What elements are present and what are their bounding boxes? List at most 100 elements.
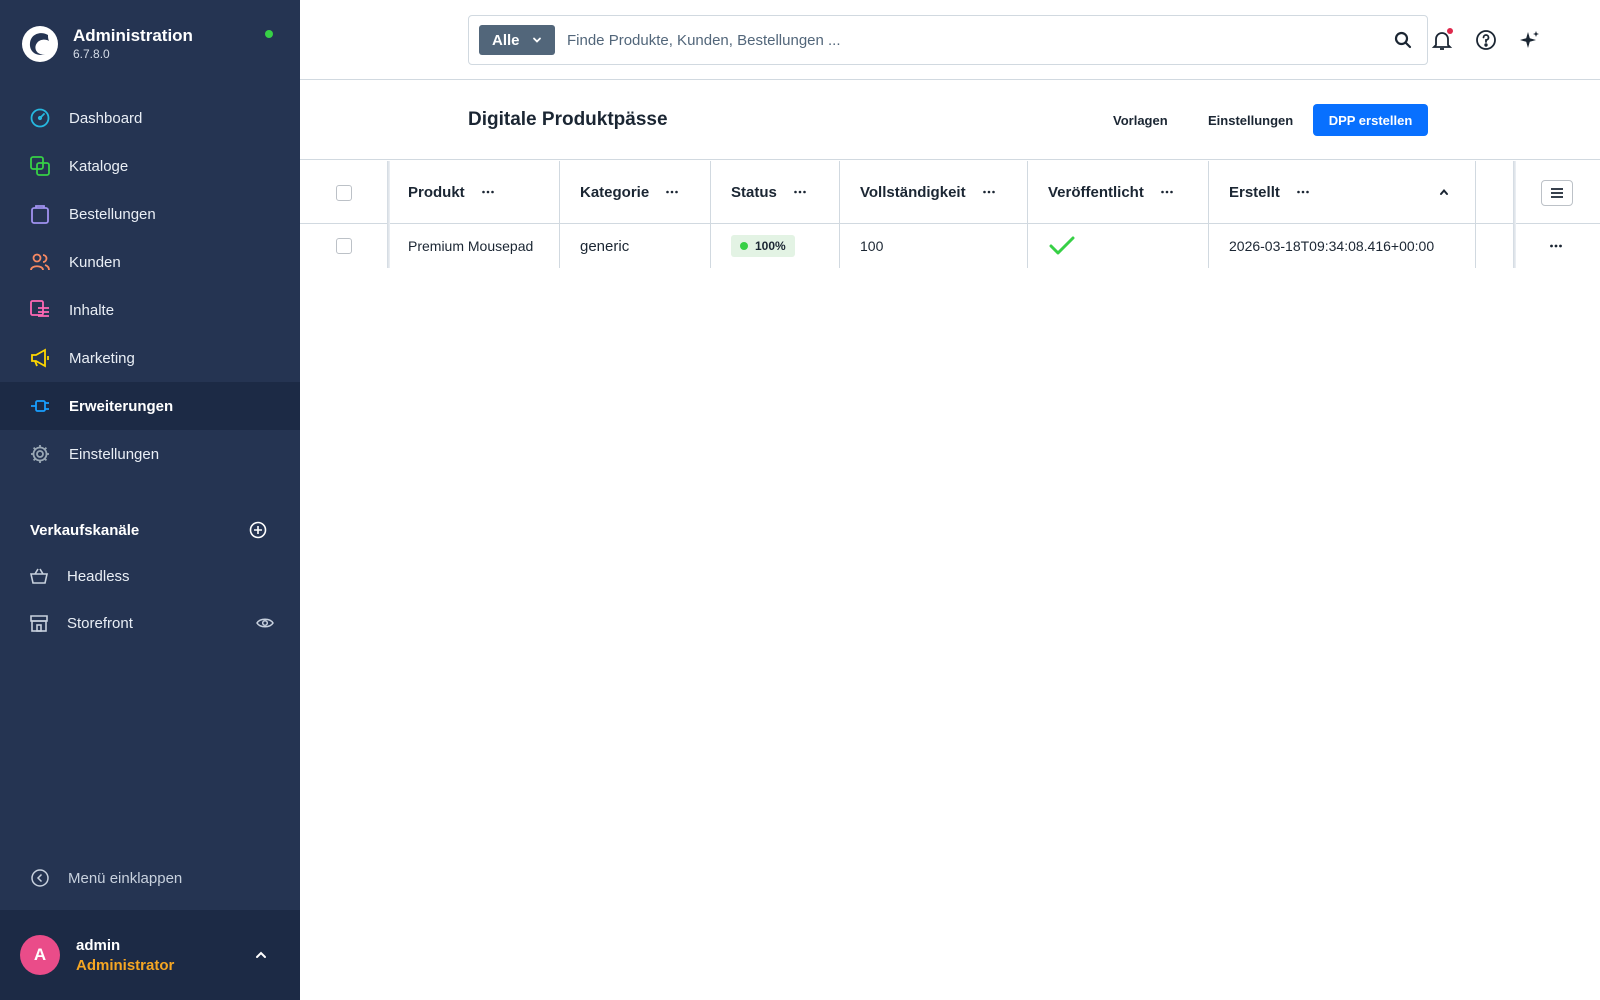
sidebar-item-label: Bestellungen	[69, 205, 156, 223]
column-header-status[interactable]: Status	[711, 161, 807, 223]
search-type-label: Alle	[492, 31, 520, 49]
category-value: generic	[580, 237, 630, 255]
channel-item-storefront[interactable]: Storefront	[29, 608, 274, 638]
app-title: Administration	[73, 26, 193, 45]
column-label: Erstellt	[1229, 183, 1280, 201]
collapse-menu-button[interactable]: Menü einklappen	[30, 866, 182, 890]
column-divider	[710, 161, 711, 268]
row-actions-button[interactable]	[1541, 237, 1571, 255]
column-divider	[559, 161, 560, 268]
sidebar: Administration 6.7.8.0 Dashboard Katalog…	[0, 0, 300, 1000]
sidebar-item-bestellungen[interactable]: Bestellungen	[0, 190, 300, 238]
user-name: admin	[76, 937, 121, 954]
help-circle-icon	[1476, 30, 1496, 50]
sparkles-icon	[1520, 31, 1539, 48]
product-name-link[interactable]: Premium Mousepad	[408, 238, 533, 254]
more-horizontal-icon[interactable]	[665, 185, 679, 199]
main-navigation: Dashboard Kataloge Bestellungen Kunden I…	[0, 94, 300, 478]
column-divider	[387, 161, 390, 268]
select-all-checkbox[interactable]	[336, 185, 352, 201]
column-divider	[1475, 161, 1476, 268]
column-header-veroeffentlicht[interactable]: Veröffentlicht	[1028, 161, 1174, 223]
sidebar-item-marketing[interactable]: Marketing	[0, 334, 300, 382]
chevron-down-icon	[533, 37, 541, 43]
column-divider	[1513, 161, 1516, 268]
more-horizontal-icon[interactable]	[793, 185, 807, 199]
notifications-button[interactable]	[1430, 28, 1454, 52]
column-divider	[1208, 161, 1209, 268]
ai-assistant-button[interactable]	[1518, 28, 1542, 52]
created-date-value: 2026-03-18T09:34:08.416+00:00	[1229, 238, 1435, 254]
channel-label: Storefront	[67, 614, 133, 632]
sort-ascending-icon[interactable]	[1438, 186, 1450, 198]
column-header-vollstaendigkeit[interactable]: Vollständigkeit	[840, 161, 996, 223]
brand[interactable]: Administration 6.7.8.0	[22, 24, 282, 64]
sidebar-item-erweiterungen[interactable]: Erweiterungen	[0, 382, 300, 430]
row-select-checkbox[interactable]	[336, 238, 352, 254]
column-label: Kategorie	[580, 183, 650, 201]
sidebar-item-label: Inhalte	[69, 301, 115, 319]
channel-label: Headless	[67, 567, 130, 585]
add-circle-icon[interactable]	[248, 520, 268, 540]
column-label: Produkt	[408, 183, 465, 201]
sidebar-item-kunden[interactable]: Kunden	[0, 238, 300, 286]
notification-badge	[1447, 28, 1453, 34]
status-dot-icon	[740, 242, 748, 250]
top-bar: Alle	[300, 0, 1600, 80]
page-title: Digitale Produktpässe	[468, 109, 668, 130]
column-label: Veröffentlicht	[1048, 183, 1144, 201]
sidebar-item-dashboard[interactable]: Dashboard	[0, 94, 300, 142]
page-header: Digitale Produktpässe Vorlagen Einstellu…	[300, 80, 1600, 160]
column-divider	[839, 161, 840, 268]
cell-status: 100%	[711, 224, 795, 268]
content-icon	[29, 299, 51, 321]
channel-item-headless[interactable]: Headless	[29, 561, 274, 591]
collapse-menu-label: Menü einklappen	[68, 869, 183, 887]
settings-button[interactable]: Einstellungen	[1208, 104, 1293, 136]
column-header-erstellt[interactable]: Erstellt	[1209, 161, 1310, 223]
cell-produkt: Premium Mousepad	[388, 224, 533, 268]
gear-icon	[29, 443, 51, 465]
storefront-icon	[29, 613, 49, 633]
table-row[interactable]: Premium Mousepad generic 100% 100 2026-0…	[300, 224, 1600, 268]
eye-icon[interactable]	[256, 614, 274, 632]
create-dpp-button[interactable]: DPP erstellen	[1313, 104, 1428, 136]
global-search: Alle	[468, 15, 1428, 65]
online-status-indicator	[265, 30, 273, 38]
help-button[interactable]	[1474, 28, 1498, 52]
megaphone-icon	[29, 347, 51, 369]
basket-icon	[29, 566, 49, 586]
column-header-produkt[interactable]: Produkt	[388, 161, 495, 223]
column-divider	[1027, 161, 1028, 268]
products-icon	[29, 155, 51, 177]
search-type-select[interactable]: Alle	[479, 25, 555, 55]
sidebar-item-label: Erweiterungen	[69, 397, 174, 415]
user-role: Administrator	[76, 957, 175, 974]
more-horizontal-icon[interactable]	[982, 185, 996, 199]
search-icon[interactable]	[1393, 30, 1413, 50]
grid-settings-button[interactable]	[1541, 180, 1573, 206]
search-input[interactable]	[567, 28, 1347, 52]
more-horizontal-icon	[1550, 244, 1562, 248]
more-horizontal-icon[interactable]	[481, 185, 495, 199]
chevron-up-icon[interactable]	[252, 946, 270, 964]
sidebar-item-einstellungen[interactable]: Einstellungen	[0, 430, 300, 478]
grid-header: Produkt Kategorie Status Vollständigkeit…	[300, 161, 1600, 224]
column-header-kategorie[interactable]: Kategorie	[560, 161, 679, 223]
status-value: 100%	[755, 239, 786, 253]
more-horizontal-icon[interactable]	[1160, 185, 1174, 199]
sidebar-item-kataloge[interactable]: Kataloge	[0, 142, 300, 190]
dpp-data-grid: Produkt Kategorie Status Vollständigkeit…	[300, 161, 1600, 268]
checkmark-icon	[1049, 236, 1075, 255]
user-menu[interactable]: A admin Administrator	[0, 910, 300, 1000]
column-label: Status	[731, 183, 777, 201]
sidebar-item-inhalte[interactable]: Inhalte	[0, 286, 300, 334]
list-icon	[1551, 188, 1563, 198]
sidebar-item-label: Marketing	[69, 349, 135, 367]
sidebar-item-label: Kataloge	[69, 157, 129, 175]
cell-kategorie: generic	[560, 224, 629, 268]
avatar: A	[20, 935, 60, 975]
more-horizontal-icon[interactable]	[1296, 185, 1310, 199]
cell-veroeffentlicht	[1028, 224, 1076, 268]
templates-button[interactable]: Vorlagen	[1113, 104, 1168, 136]
